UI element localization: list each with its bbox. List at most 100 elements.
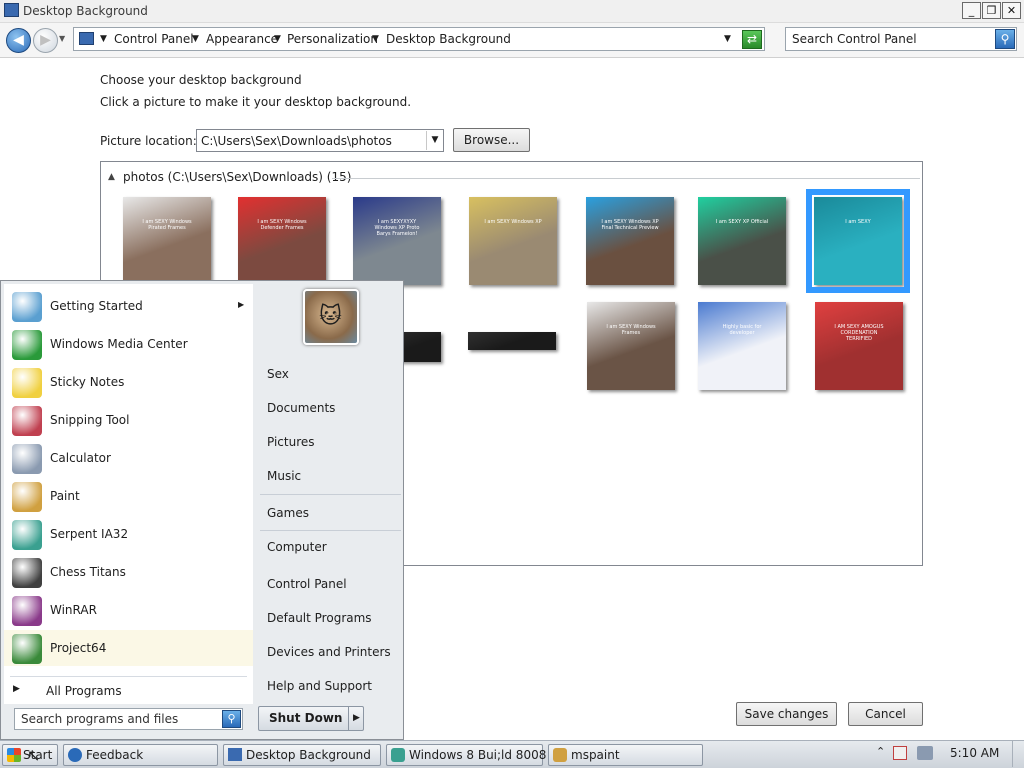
start-menu-place-devices-and-printers[interactable]: Devices and Printers [267,645,391,659]
start-menu-place-pictures[interactable]: Pictures [267,435,315,449]
task-label: mspaint [571,748,620,762]
maximize-button[interactable]: ❐ [982,2,1001,19]
picture-location-value: C:\Users\Sex\Downloads\photos [201,134,392,148]
start-menu-program[interactable]: Chess Titans [4,554,253,590]
wallpaper-thumbnail[interactable]: I am SEXY Windows XP [469,197,557,285]
search-button[interactable]: ⚲ [995,29,1015,49]
close-button[interactable]: ✕ [1002,2,1021,19]
winrar-icon [12,596,42,626]
refresh-button[interactable]: ⇄ [742,30,762,49]
control-panel-icon [79,32,94,45]
start-menu-place-sex[interactable]: Sex [267,367,289,381]
start-menu-place-music[interactable]: Music [267,469,301,483]
start-menu-program[interactable]: Calculator [4,440,253,476]
start-menu-program[interactable]: Serpent IA32 [4,516,253,552]
chevron-down-icon[interactable]: ▼ [426,131,443,150]
start-menu-program[interactable]: WinRAR [4,592,253,628]
breadcrumb-separator[interactable]: ▼ [192,34,199,44]
task-desktop-background[interactable]: Desktop Background [223,744,381,766]
breadcrumb-separator[interactable]: ▼ [274,34,281,44]
start-menu-place-control-panel[interactable]: Control Panel [267,577,347,591]
show-hidden-icons-button[interactable]: ⌃ [876,745,885,758]
clock[interactable]: 5:10 AM [950,746,999,760]
serpent-icon [12,520,42,550]
start-menu-place-computer[interactable]: Computer [267,540,327,554]
breadcrumb-control-panel[interactable]: Control Panel [114,32,194,46]
control-panel-icon [4,3,19,17]
task-windows-8-build[interactable]: Windows 8 Bui;ld 8008 ... [386,744,562,766]
breadcrumb-appearance[interactable]: Appearance [206,32,278,46]
breadcrumb-personalization[interactable]: Personalization [287,32,378,46]
address-bar[interactable]: ▼ Control Panel ▼ Appearance ▼ Personali… [73,27,765,51]
page-heading: Choose your desktop background [100,73,302,87]
show-desktop-button[interactable] [1012,741,1023,767]
refresh-icon: ⇄ [746,32,758,46]
start-menu-program[interactable]: Sticky Notes [4,364,253,400]
picture-location-select[interactable]: C:\Users\Sex\Downloads\photos ▼ [196,129,444,152]
program-label: Getting Started [50,299,143,313]
user-picture[interactable]: 🐱 [303,289,359,345]
task-feedback[interactable]: Feedback [63,744,218,766]
mouse-cursor-icon: ↖ [27,746,41,765]
collapse-group-icon[interactable]: ▲ [108,172,115,182]
wallpaper-thumbnail[interactable]: I am SEXY Windows XP Final Technical Pre… [586,197,674,285]
cancel-button[interactable]: Cancel [848,702,923,726]
snipping-tool-icon [12,406,42,436]
wallpaper-thumbnail[interactable]: I am SEXY XP Official [698,197,786,285]
thumbnail-caption: I am SEXY Windows XP [484,219,542,225]
start-search-input[interactable]: Search programs and files [21,712,178,726]
breadcrumb-desktop-background[interactable]: Desktop Background [386,32,511,46]
start-menu-place-default-programs[interactable]: Default Programs [267,611,372,625]
start-menu-place-documents[interactable]: Documents [267,401,335,415]
start-menu-programs-pane: Getting Started ▶ Windows Media Center Stic… [4,284,253,704]
address-dropdown-icon[interactable]: ▼ [724,34,731,44]
wallpaper-thumbnail[interactable]: I AM SEXY AMOGUS CORDENATION TERRIFIED [815,302,903,390]
thumbnail-caption: I am SEXY Windows XP Final Technical Pre… [601,219,659,231]
back-arrow-icon: ◀ [13,32,24,48]
start-menu-program[interactable]: Windows Media Center [4,326,253,362]
all-programs-button[interactable]: ▶ All Programs [4,680,253,702]
shut-down-options-arrow-icon[interactable]: ▶ [348,707,364,730]
picture-location-label: Picture location: [100,134,197,148]
wallpaper-thumbnail[interactable]: I am SEXY Windows Frames [587,302,675,390]
start-menu-program[interactable]: Paint [4,478,253,514]
action-center-icon[interactable] [893,746,907,760]
shut-down-button[interactable]: Shut Down ▶ [258,706,364,731]
wallpaper-thumbnail[interactable]: I am SEXYXYXY Windows XP Proto Barys Fra… [353,197,441,285]
browse-button[interactable]: Browse... [453,128,530,152]
back-button[interactable]: ◀ [6,28,31,53]
wallpaper-thumbnail[interactable]: I am SEXY Windows Defender Frames [238,197,326,285]
breadcrumb-separator[interactable]: ▼ [100,34,107,44]
program-label: Sticky Notes [50,375,125,389]
breadcrumb-separator[interactable]: ▼ [372,34,379,44]
places-divider [260,530,401,531]
task-mspaint[interactable]: mspaint [548,744,703,766]
thumbnail-caption: Highly basic for developer [722,324,762,336]
wallpaper-thumbnail[interactable] [468,332,556,350]
start-search-box[interactable]: Search programs and files ⚲ [14,708,243,730]
wallpaper-thumbnail[interactable]: I am SEXY [806,189,910,293]
search-input[interactable]: Search Control Panel [792,32,917,46]
minimize-button[interactable]: _ [962,2,981,19]
control-panel-icon [228,748,242,761]
programs-divider [10,676,247,677]
wallpaper-thumbnail[interactable]: I am SEXY Windows Pirated Frames [123,197,211,285]
forward-button[interactable]: ▶ [33,28,58,53]
start-menu-place-help-and-support[interactable]: Help and Support [267,679,372,693]
search-control-panel-box[interactable]: Search Control Panel ⚲ [785,27,1017,51]
start-search-button[interactable]: ⚲ [222,710,241,728]
start-menu-program[interactable]: Project64 [4,630,253,666]
start-menu-program[interactable]: Snipping Tool [4,402,253,438]
start-menu-place-games[interactable]: Games [267,506,309,520]
network-icon[interactable] [917,746,933,760]
task-label: Feedback [86,748,144,762]
project64-icon [12,634,42,664]
search-icon: ⚲ [1000,32,1010,46]
save-changes-button[interactable]: Save changes [736,702,837,726]
wallpaper-thumbnail[interactable]: Highly basic for developer [698,302,786,390]
group-header[interactable]: photos (C:\Users\Sex\Downloads) (15) [123,170,351,184]
windows-logo-icon [7,748,21,762]
start-menu-program[interactable]: Getting Started ▶ [4,288,253,324]
paint-icon [12,482,42,512]
recent-pages-dropdown[interactable]: ▼ [59,34,65,43]
